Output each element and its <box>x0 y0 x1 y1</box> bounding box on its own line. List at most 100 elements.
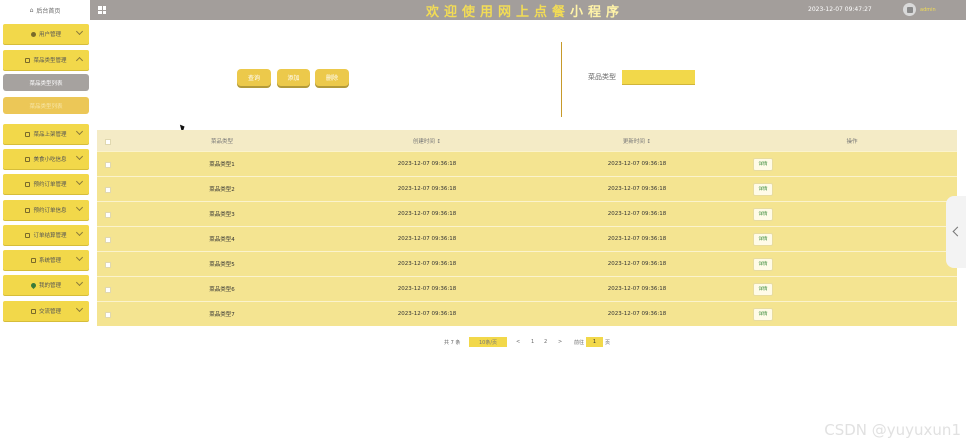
chevron-down-icon <box>75 127 84 136</box>
row-checkbox[interactable] <box>105 237 111 243</box>
query-button[interactable]: 查询 <box>237 69 271 86</box>
sidebar-item-snacks[interactable]: 美食小吃信息 <box>3 149 89 169</box>
chat-icon <box>30 308 36 314</box>
cell-actions: 详情 <box>753 177 773 201</box>
cell-created: 2023-12-07 09:36:18 <box>397 211 457 217</box>
person-icon <box>30 31 36 37</box>
table-header: 菜品类型 创建时间 ↕ 更新时间 ↕ 操作 <box>97 130 957 151</box>
sidebar-item-users[interactable]: 用户管理 <box>3 24 89 44</box>
home-label: 后台首页 <box>36 7 61 15</box>
table-row[interactable]: 菜品类型6 2023-12-07 09:36:18 2023-12-07 09:36… <box>97 276 957 301</box>
cell-updated: 2023-12-07 09:36:18 <box>607 236 667 242</box>
cell-type: 菜品类型7 <box>209 312 235 318</box>
chevron-left-icon <box>952 226 963 237</box>
detail-button[interactable]: 详情 <box>753 232 773 246</box>
col-header-updated[interactable]: 更新时间 ↕ <box>582 130 692 151</box>
detail-button[interactable]: 详情 <box>753 282 773 296</box>
avatar[interactable] <box>903 3 916 16</box>
doc-icon <box>25 207 31 213</box>
cell-updated: 2023-12-07 09:36:18 <box>607 211 667 217</box>
cell-type: 菜品类型3 <box>209 212 235 218</box>
table-row[interactable]: 菜品类型2 2023-12-07 09:36:18 2023-12-07 09:36… <box>97 176 957 201</box>
page-title: 欢迎使用网上点餐小程序 <box>425 5 625 20</box>
menu-grid-icon[interactable] <box>98 6 106 14</box>
table-row[interactable]: 菜品类型7 2023-12-07 09:36:18 2023-12-07 09:36… <box>97 301 957 326</box>
pager-prev[interactable]: < <box>516 337 520 347</box>
detail-button[interactable]: 详情 <box>753 207 773 221</box>
cell-updated: 2023-12-07 09:36:18 <box>607 161 667 167</box>
doc-icon <box>25 131 31 137</box>
col-header-created[interactable]: 创建时间 ↕ <box>372 130 482 151</box>
grid-icon <box>30 257 36 263</box>
row-checkbox[interactable] <box>105 262 111 268</box>
pager-next[interactable]: > <box>558 337 562 347</box>
pager-page-1[interactable]: 1 <box>531 337 534 347</box>
cell-created: 2023-12-07 09:36:18 <box>397 236 457 242</box>
home-link[interactable]: ⌂ 后台首页 <box>0 0 90 20</box>
sidebar-item-system[interactable]: 系统管理 <box>3 250 89 270</box>
divider <box>561 42 562 117</box>
user-icon <box>906 6 913 13</box>
sidebar-item-mine[interactable]: 我的管理 <box>3 275 89 295</box>
delete-button[interactable]: 删除 <box>315 69 349 86</box>
cell-actions: 详情 <box>753 302 773 326</box>
sidebar-item-dish-listing[interactable]: 菜品上架管理 <box>3 124 89 144</box>
cell-actions: 详情 <box>753 202 773 226</box>
pager-goto-label: 前往 <box>574 339 585 346</box>
col-header-actions: 操作 <box>846 138 858 145</box>
collapse-panel-toggle[interactable] <box>946 196 966 268</box>
table-row[interactable]: 菜品类型3 2023-12-07 09:36:18 2023-12-07 09:36… <box>97 201 957 226</box>
cell-created: 2023-12-07 09:36:18 <box>397 186 457 192</box>
sidebar-item-settlement[interactable]: 订单结算管理 <box>3 225 89 245</box>
detail-button[interactable]: 详情 <box>753 182 773 196</box>
cell-actions: 详情 <box>753 152 773 176</box>
sidebar-item-chat[interactable]: 交流管理 <box>3 301 89 321</box>
sidebar-item-dish-types[interactable]: 菜品类型管理 <box>3 50 89 70</box>
cell-updated: 2023-12-07 09:36:18 <box>607 311 667 317</box>
select-all-checkbox[interactable] <box>105 138 111 145</box>
cell-actions: 详情 <box>753 252 773 276</box>
row-checkbox[interactable] <box>105 187 111 193</box>
chevron-down-icon <box>75 278 84 287</box>
dish-type-input[interactable] <box>622 70 695 85</box>
chevron-down-icon <box>75 27 84 36</box>
add-button[interactable]: 添加 <box>277 69 310 86</box>
pin-icon <box>29 281 38 289</box>
cell-created: 2023-12-07 09:36:18 <box>397 161 457 167</box>
data-table: 菜品类型 创建时间 ↕ 更新时间 ↕ 操作 菜品类型1 2023-12-07 09… <box>97 130 957 326</box>
pager-page-2[interactable]: 2 <box>544 337 547 347</box>
sidebar-subitem-dish-type-list[interactable]: 菜品类型列表 <box>3 74 89 91</box>
username[interactable]: admin <box>920 7 936 13</box>
cell-type: 菜品类型5 <box>209 262 235 268</box>
table-row[interactable]: 菜品类型5 2023-12-07 09:36:18 2023-12-07 09:36… <box>97 251 957 276</box>
pager-total: 共 7 条 <box>444 339 461 346</box>
doc-icon <box>25 57 31 63</box>
table-row[interactable]: 菜品类型1 2023-12-07 09:36:18 2023-12-07 09:36… <box>97 151 957 176</box>
sidebar-subitem-muted[interactable]: 菜品类型列表 <box>3 97 89 114</box>
watermark: CSDN @yuyuxun1 <box>824 421 961 439</box>
pager-goto-input[interactable]: 1 <box>586 337 603 347</box>
detail-button[interactable]: 详情 <box>753 307 773 321</box>
row-checkbox[interactable] <box>105 162 111 168</box>
row-checkbox[interactable] <box>105 212 111 218</box>
page-size-select[interactable]: 10条/页 <box>469 337 507 347</box>
row-checkbox[interactable] <box>105 287 111 293</box>
chevron-down-icon <box>75 253 84 262</box>
sidebar-item-reservations[interactable]: 预约订单管理 <box>3 174 89 194</box>
detail-button[interactable]: 详情 <box>753 157 773 171</box>
row-checkbox[interactable] <box>105 312 111 318</box>
cell-created: 2023-12-07 09:36:18 <box>397 311 457 317</box>
detail-button[interactable]: 详情 <box>753 257 773 271</box>
table-row[interactable]: 菜品类型4 2023-12-07 09:36:18 2023-12-07 09:36… <box>97 226 957 251</box>
cell-created: 2023-12-07 09:36:18 <box>397 286 457 292</box>
col-header-type: 菜品类型 <box>210 138 233 145</box>
header-datetime: 2023-12-07 09:47:27 <box>808 6 872 13</box>
sidebar-item-reservation-info[interactable]: 预约订单信息 <box>3 200 89 220</box>
chevron-down-icon <box>75 228 84 237</box>
cell-actions: 详情 <box>753 277 773 301</box>
chevron-down-icon <box>75 177 84 186</box>
cell-updated: 2023-12-07 09:36:18 <box>607 286 667 292</box>
chevron-down-icon <box>75 152 84 161</box>
cell-type: 菜品类型2 <box>209 187 235 193</box>
doc-icon <box>25 181 31 187</box>
